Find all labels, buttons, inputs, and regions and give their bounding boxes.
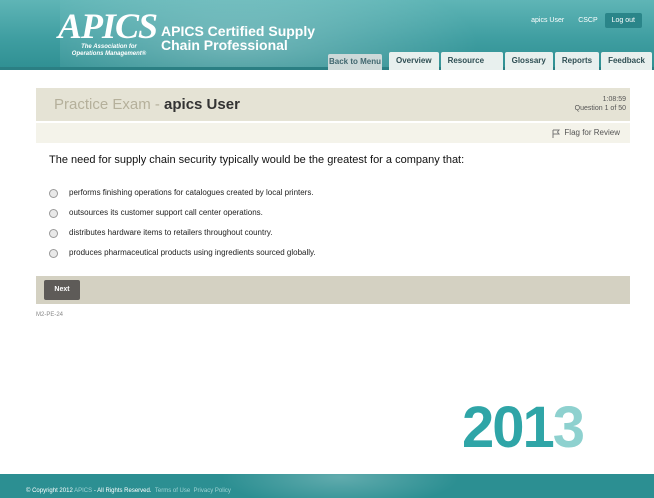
logo-tagline: The Association for Operations Managemen… [64,44,154,58]
answer-text[interactable]: performs finishing operations for catalo… [69,188,314,198]
top-links: apics User CSCP Log out [524,13,642,28]
question-code: M2-PE-24 [36,312,64,318]
flag-icon [552,129,561,138]
exam-user-name: apics User [164,96,240,113]
main-tabs: Overview Resource Center Glossary Report… [389,52,654,70]
answer-radio[interactable] [49,248,58,258]
tab-resource-center[interactable]: Resource Center [440,52,503,70]
tab-glossary[interactable]: Glossary [504,52,553,70]
answer-text[interactable]: outsources its customer support call cen… [69,208,263,218]
answer-radio[interactable] [49,228,58,238]
footer-text: © Copyright 2012 APICS - All Rights Rese… [26,487,231,495]
year-solid: 201 [462,395,555,460]
back-to-menu-button[interactable]: Back to Menu [328,54,382,70]
tab-feedback[interactable]: Feedback [601,52,652,70]
answer-text[interactable]: distributes hardware items to retailers … [69,228,273,238]
logout-button[interactable]: Log out [604,13,642,28]
exam-header: Practice Exam - apics User 1:08:59 Quest… [36,88,630,121]
logo-word: APICS [58,6,158,46]
answer-radio[interactable] [49,188,58,198]
navigation-bar: Next [36,276,630,304]
footer-swoosh [220,474,460,498]
apics-logo[interactable]: APICS The Association for Operations Man… [58,6,158,60]
year-ghost: 3 [552,395,585,460]
cscp-link[interactable]: CSCP [571,13,604,28]
flag-row: Flag for Review [36,123,630,143]
question-progress: Question 1 of 50 [574,105,626,112]
copyright: © Copyright 2012 [26,488,73,494]
year-graphic: 2013 [462,395,585,460]
answer-option[interactable]: outsources its customer support call cen… [49,203,609,223]
app-header: APICS The Association for Operations Man… [0,0,654,70]
next-button[interactable]: Next [44,280,80,300]
logo-tagline-line-1: The Association for [81,44,137,50]
terms-of-use-link[interactable]: Terms of Use [155,488,190,494]
user-link[interactable]: apics User [524,13,571,28]
answer-list: performs finishing operations for catalo… [49,183,609,263]
exam-title: Practice Exam - apics User [54,97,240,113]
logo-tagline-line-2: Operations Management® [71,51,147,57]
exam-title-prefix: Practice Exam - [54,96,165,113]
apics-link[interactable]: APICS [74,488,92,494]
answer-text[interactable]: produces pharmaceutical products using i… [69,248,316,258]
exam-timer: 1:08:59 [602,96,626,103]
question-text: The need for supply chain security typic… [49,154,465,166]
footer: © Copyright 2012 APICS - All Rights Rese… [0,474,654,498]
product-title: APICS Certified Supply Chain Professiona… [161,24,321,52]
privacy-policy-link[interactable]: Privacy Policy [194,488,231,494]
flag-for-review-button[interactable]: Flag for Review [552,127,620,139]
product-title-line-1: APICS Certified Supply [161,23,316,39]
answer-option[interactable]: performs finishing operations for catalo… [49,183,609,203]
answer-option[interactable]: produces pharmaceutical products using i… [49,243,609,263]
exam-meta: 1:08:59 Question 1 of 50 [575,95,626,113]
tab-overview[interactable]: Overview [389,52,439,70]
tab-reports[interactable]: Reports [554,52,600,70]
rights-text: - All Rights Reserved. [93,488,152,494]
flag-for-review-label: Flag for Review [564,128,620,137]
answer-radio[interactable] [49,208,58,218]
product-title-line-2: Chain Professional [161,37,288,53]
answer-option[interactable]: distributes hardware items to retailers … [49,223,609,243]
